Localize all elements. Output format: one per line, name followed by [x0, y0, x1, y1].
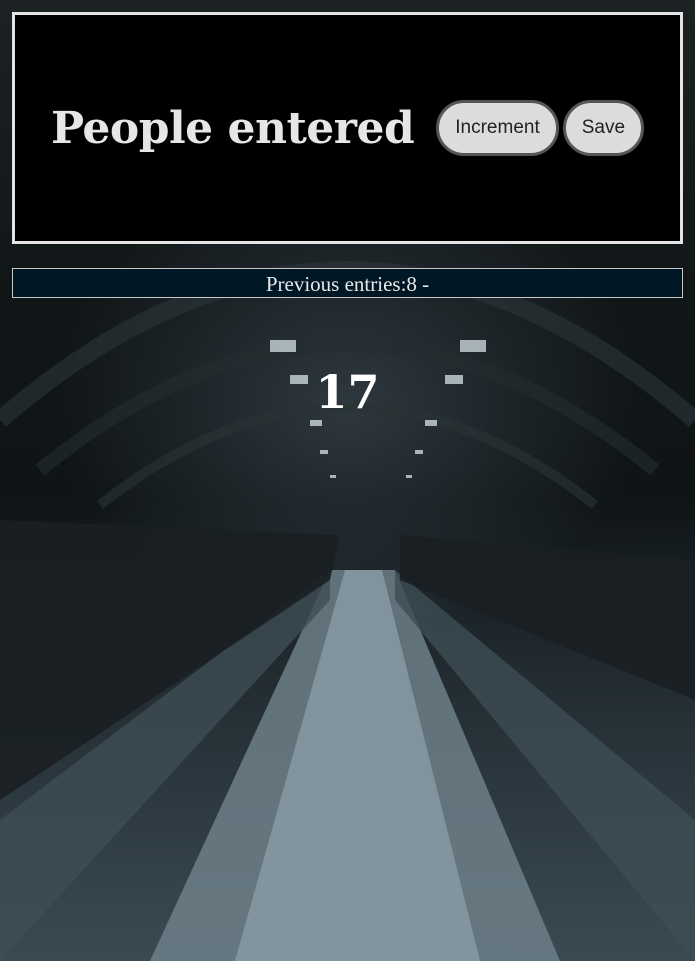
save-button[interactable]: Save: [562, 100, 645, 156]
previous-entries-bar: Previous entries:8 -: [12, 268, 683, 298]
header-panel: People entered Increment Save: [12, 12, 683, 244]
counter-value: 17: [315, 365, 380, 419]
page-title: People entered: [50, 102, 415, 154]
increment-button[interactable]: Increment: [436, 100, 559, 156]
